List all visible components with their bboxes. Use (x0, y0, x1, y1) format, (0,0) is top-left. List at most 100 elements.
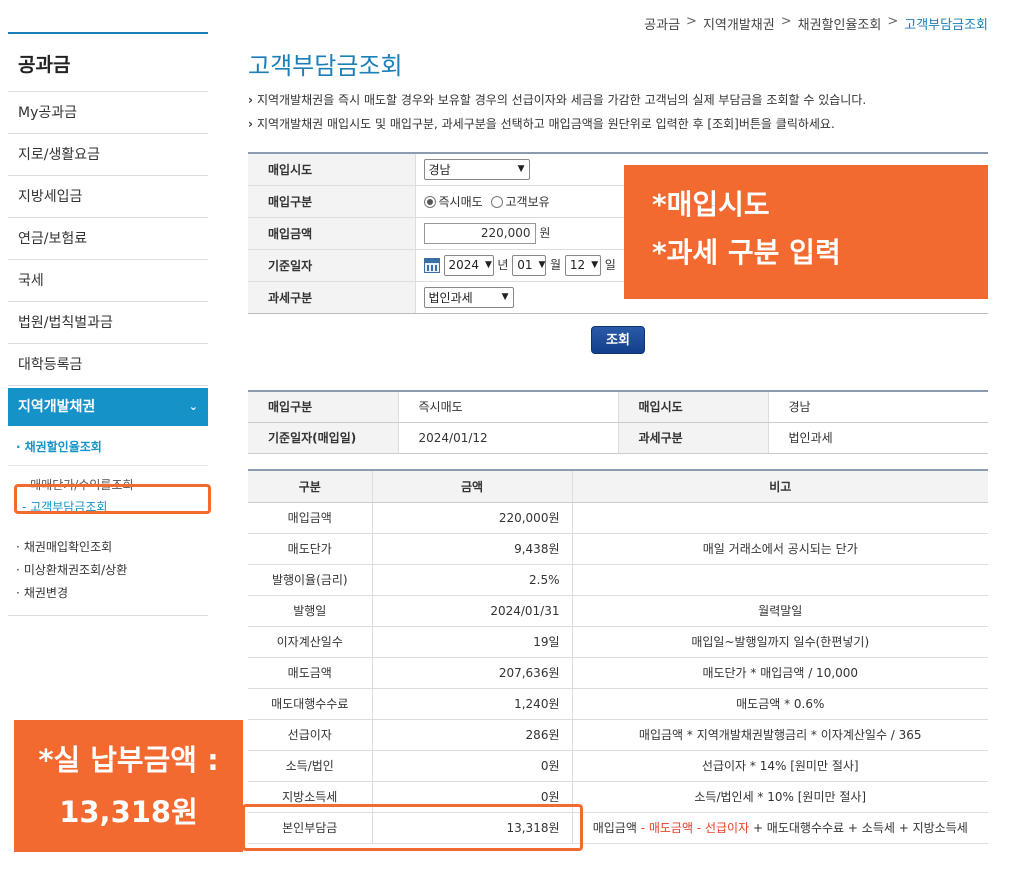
result-cell-amount: 2024/01/31 (372, 595, 573, 627)
breadcrumb-item[interactable]: 공과금 (644, 14, 680, 33)
table-row: 발행일 2024/01/31 월력말일 (248, 595, 988, 627)
result-cell-amount: 220,000원 (372, 502, 573, 534)
breadcrumb-item[interactable]: 지역개발채권 (703, 14, 775, 33)
breadcrumb-current[interactable]: 고객부담금조회 (904, 14, 988, 33)
year-select[interactable]: 2024 ▼ (443, 254, 494, 276)
result-cell-name: 매도단가 (248, 533, 373, 565)
amount-label: 매입금액 (248, 217, 416, 250)
sidebar-lower-list: · 채권매입확인조회 · 미상환채권조회/상환 · 채권변경 (8, 530, 208, 616)
result-cell-note: 매입금액 * 지역개발채권발행금리 * 이자계산일수 / 365 (572, 719, 988, 751)
day-select[interactable]: 12 ▼ (564, 254, 601, 276)
day-select-value: 12 (569, 258, 586, 272)
table-row: 매입금액 220,000원 (248, 502, 988, 534)
result-cell-amount: 2.5% (372, 564, 573, 596)
region-select-value: 경남 (428, 162, 451, 177)
result-total-note: 매입금액 - 매도금액 - 선급이자 + 매도대행수수료 + 소득세 + 지방소… (572, 812, 988, 844)
sidebar-item-label: 미상환채권조회/상환 (23, 563, 128, 577)
radio-immediate-sale-label: 즉시매도 (438, 194, 483, 209)
chevron-down-icon: ▼ (591, 260, 599, 270)
result-cell-note: 선급이자 * 14% [원미만 절사] (572, 750, 988, 782)
month-unit: 월 (550, 257, 562, 272)
summary-type-value: 즉시매도 (398, 391, 619, 423)
region-label: 매입시도 (248, 153, 416, 186)
result-cell-note: 소득/법인세 * 10% [원미만 절사] (572, 781, 988, 813)
result-cell-note: 월력말일 (572, 595, 988, 627)
bullet-icon: · (16, 563, 20, 577)
radio-customer-hold[interactable] (490, 196, 503, 208)
result-cell-name: 지방소득세 (248, 781, 373, 813)
sidebar: 공과금 My공과금 지로/생활요금 지방세입금 연금/보험료 국세 법원/법칙벌… (8, 32, 208, 616)
sidebar-item-national-tax[interactable]: 국세 (8, 260, 208, 302)
result-header-note: 비고 (572, 470, 988, 503)
day-unit: 일 (604, 257, 616, 272)
summary-region-value: 경남 (768, 391, 988, 423)
amount-input[interactable]: 220,000 (423, 222, 536, 244)
sidebar-item-label: 채권변경 (23, 586, 68, 600)
sidebar-item-purchase-check[interactable]: · 채권매입확인조회 (8, 536, 208, 559)
tax-type-label: 과세구분 (248, 281, 416, 314)
annotation-input-note: *매입시도 *과세 구분 입력 (624, 165, 988, 299)
result-cell-amount: 286원 (372, 719, 573, 751)
summary-tax-value: 법인과세 (768, 422, 988, 454)
summary-table: 매입구분 즉시매도 매입시도 경남 기준일자(매입일) 2024/01/12 과… (248, 390, 988, 454)
table-row: 매도금액 207,636원 매도단가 * 매입금액 / 10,000 (248, 657, 988, 689)
result-cell-name: 선급이자 (248, 719, 373, 751)
result-cell-amount: 0원 (372, 750, 573, 782)
result-cell-name: 매도대행수수료 (248, 688, 373, 720)
sidebar-sub-item-customer-charge[interactable]: - 고객부담금조회 (22, 496, 208, 518)
result-header-amount: 금액 (372, 470, 573, 503)
result-header-category: 구분 (248, 470, 373, 503)
sidebar-item-pension[interactable]: 연금/보험료 (8, 218, 208, 260)
result-body: 매입금액 220,000원 매도단가 9,438원 매일 거래소에서 공시되는 단가발행… (248, 502, 988, 813)
description-text: 지역개발채권 매입시도 및 매입구분, 과세구분을 선택하고 매입금액을 원단위… (256, 117, 835, 131)
sidebar-item-local-tax[interactable]: 지방세입금 (8, 176, 208, 218)
sidebar-item-tuition[interactable]: 대학등록금 (8, 344, 208, 386)
sidebar-title: 공과금 (8, 34, 208, 92)
chevron-down-icon: ▼ (501, 292, 509, 302)
purchase-type-label: 매입구분 (248, 185, 416, 218)
result-cell-amount: 9,438원 (372, 533, 573, 565)
year-unit: 년 (497, 257, 509, 272)
annotation-text: 13,318원 (59, 795, 198, 829)
note-part: + 매도대행수수료 + 소득세 + 지방소득세 (749, 821, 968, 835)
annotation-text: *과세 구분 입력 (652, 236, 841, 269)
sidebar-sub-title-label: 채권할인율조회 (24, 440, 102, 454)
summary-date-value: 2024/01/12 (398, 422, 619, 454)
sidebar-sub-title[interactable]: · 채권할인율조회 (8, 426, 208, 466)
calendar-icon[interactable] (423, 257, 440, 273)
tax-type-select[interactable]: 법인과세 ▼ (423, 286, 514, 308)
sidebar-item-my-bills[interactable]: My공과금 (8, 92, 208, 134)
result-cell-name: 매입금액 (248, 502, 373, 534)
result-total-amount: 13,318원 (372, 812, 573, 844)
sidebar-item-unredeemed[interactable]: · 미상환채권조회/상환 (8, 559, 208, 582)
sidebar-item-regional-bond[interactable]: 지역개발채권 ⌄ (8, 388, 208, 426)
radio-customer-hold-label: 고객보유 (505, 194, 550, 209)
result-cell-note: 매일 거래소에서 공시되는 단가 (572, 533, 988, 565)
summary-date-label: 기준일자(매입일) (248, 422, 399, 454)
table-row-total: 본인부담금 13,318원 매입금액 - 매도금액 - 선급이자 + 매도대행수… (248, 812, 988, 844)
month-select[interactable]: 01 ▼ (512, 254, 547, 276)
breadcrumb-separator: > (780, 14, 792, 29)
sidebar-sub-list: - 매매단가/수익률조회 - 고객부담금조회 (8, 466, 208, 522)
radio-immediate-sale[interactable] (423, 196, 436, 208)
chevron-down-icon: ▼ (485, 260, 492, 270)
result-cell-note: 매입일~발행일까지 일수(한편넣기) (572, 626, 988, 658)
result-cell-name: 소득/법인 (248, 750, 373, 782)
base-date-label: 기준일자 (248, 249, 416, 282)
page-description-2: › 지역개발채권 매입시도 및 매입구분, 과세구분을 선택하고 매입금액을 원단… (248, 115, 835, 132)
sidebar-item-giro[interactable]: 지로/생활요금 (8, 134, 208, 176)
sidebar-item-bond-change[interactable]: · 채권변경 (8, 582, 208, 605)
result-cell-note: 매도금액 * 0.6% (572, 688, 988, 720)
sidebar-item-court-fines[interactable]: 법원/법칙벌과금 (8, 302, 208, 344)
region-select[interactable]: 경남 ▼ (423, 158, 530, 180)
description-text: 지역개발채권을 즉시 매도할 경우와 보유할 경우의 선급이자와 세금을 가감한… (256, 93, 867, 107)
result-cell-name: 발행일 (248, 595, 373, 627)
result-cell-note (572, 502, 988, 534)
page-title: 고객부담금조회 (248, 52, 403, 80)
breadcrumb: 공과금 > 지역개발채권 > 채권할인율조회 > 고객부담금조회 (644, 14, 988, 33)
breadcrumb-item[interactable]: 채권할인율조회 (798, 14, 882, 33)
search-button[interactable]: 조회 (591, 326, 645, 354)
result-cell-note: 매도단가 * 매입금액 / 10,000 (572, 657, 988, 689)
sidebar-sub-item-price[interactable]: - 매매단가/수익률조회 (22, 474, 208, 496)
result-cell-amount: 207,636원 (372, 657, 573, 689)
